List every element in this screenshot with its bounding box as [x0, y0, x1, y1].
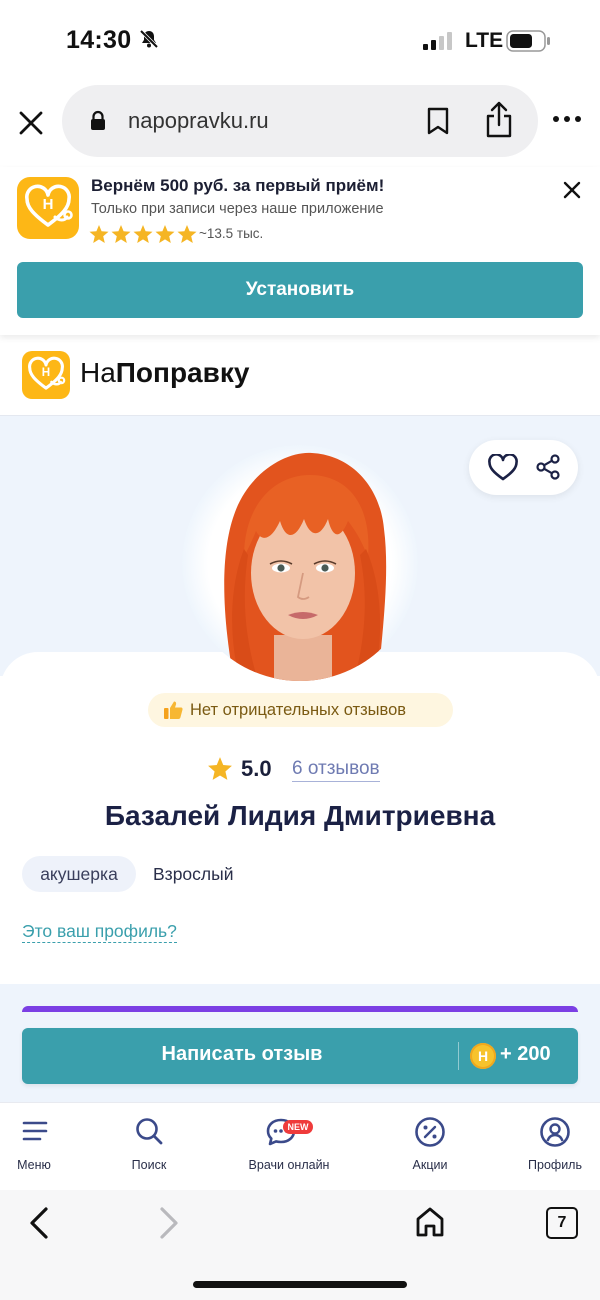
nav-menu[interactable] [0, 1116, 85, 1151]
share-icon[interactable] [484, 100, 514, 145]
share-profile-button[interactable] [534, 453, 562, 486]
back-button[interactable] [26, 1206, 52, 1245]
nav-doctors-online[interactable] [231, 1116, 331, 1151]
thumbs-up-icon [162, 699, 184, 726]
favorite-button[interactable] [487, 453, 519, 487]
site-name-bold: Поправку [115, 357, 250, 388]
forward-button[interactable] [156, 1206, 182, 1245]
svg-text:Н: Н [42, 366, 50, 379]
no-negative-reviews-text: Нет отрицательных отзывов [190, 701, 407, 719]
chevron-left-icon [30, 1207, 48, 1239]
svg-text:Н: Н [43, 196, 54, 213]
write-review-label: Написать отзыв [161, 1043, 323, 1065]
nav-promotions[interactable] [380, 1116, 480, 1153]
doctor-name: Базалей Лидия Дмитриевна [104, 800, 496, 831]
install-button[interactable]: Установить [17, 262, 583, 318]
rating-star [111, 225, 131, 243]
rating-stars [89, 224, 199, 249]
promo-card-edge [22, 1006, 578, 1012]
claim-profile-link[interactable]: Это ваш профиль? [22, 921, 177, 943]
banner-title: Вернём 500 руб. за первый приём! [91, 176, 385, 195]
close-icon [19, 111, 43, 135]
site-name-prefix: На [80, 357, 116, 388]
star-icon [207, 756, 233, 786]
specialty-chip[interactable]: акушерка [22, 856, 136, 892]
home-icon [416, 1207, 444, 1237]
site-name[interactable]: НаПоправку [80, 357, 249, 389]
bonus-amount: + 200 [500, 1043, 551, 1065]
nav-profile[interactable] [505, 1116, 600, 1153]
rating-star [177, 225, 197, 243]
site-logo[interactable]: Н [22, 351, 70, 399]
button-divider [458, 1042, 459, 1070]
share-nodes-icon [536, 454, 560, 480]
rating-star [155, 225, 175, 243]
nav-promotions-label: Акции [412, 1158, 448, 1172]
nav-search-label: Поиск [131, 1158, 167, 1172]
rating-count: ~13.5 тыс. [199, 226, 264, 241]
age-group-label: Взрослый [153, 864, 234, 884]
search-icon [136, 1118, 163, 1145]
new-badge: NEW [283, 1120, 313, 1134]
nav-profile-label: Профиль [528, 1158, 582, 1172]
nav-doctors-online-label: Врачи онлайн [248, 1158, 330, 1172]
bell-muted-icon [138, 28, 160, 55]
nav-search[interactable] [99, 1116, 199, 1151]
bonus-coin-icon: Н [470, 1043, 496, 1069]
tabs-button[interactable]: 7 [546, 1207, 578, 1239]
banner-subtitle: Только при записи через наше приложение [91, 201, 384, 217]
reviews-link[interactable]: 6 отзывов [292, 758, 380, 782]
app-logo: Н [17, 177, 79, 239]
network-type: LTE [465, 29, 504, 52]
close-icon [563, 181, 581, 199]
home-indicator [193, 1281, 407, 1288]
chevron-right-icon [160, 1207, 178, 1239]
rating-star [133, 225, 153, 243]
signal-icon [423, 31, 455, 56]
percent-icon [415, 1117, 445, 1147]
rating-star [89, 225, 109, 243]
rating-value: 5.0 [241, 756, 272, 781]
nav-menu-label: Меню [17, 1158, 51, 1172]
user-icon [540, 1117, 570, 1147]
close-browser-button[interactable] [14, 106, 48, 140]
lock-icon [89, 110, 107, 137]
battery-icon [506, 30, 552, 57]
heart-icon [488, 453, 518, 481]
menu-icon [22, 1121, 48, 1141]
status-time: 14:30 [66, 26, 132, 54]
doctor-photo [182, 445, 418, 681]
banner-close-button[interactable] [561, 179, 583, 206]
bookmark-icon[interactable] [424, 106, 452, 141]
url-text[interactable]: napopravku.ru [128, 108, 269, 134]
home-button[interactable] [414, 1205, 446, 1244]
more-options-icon[interactable] [552, 112, 582, 130]
